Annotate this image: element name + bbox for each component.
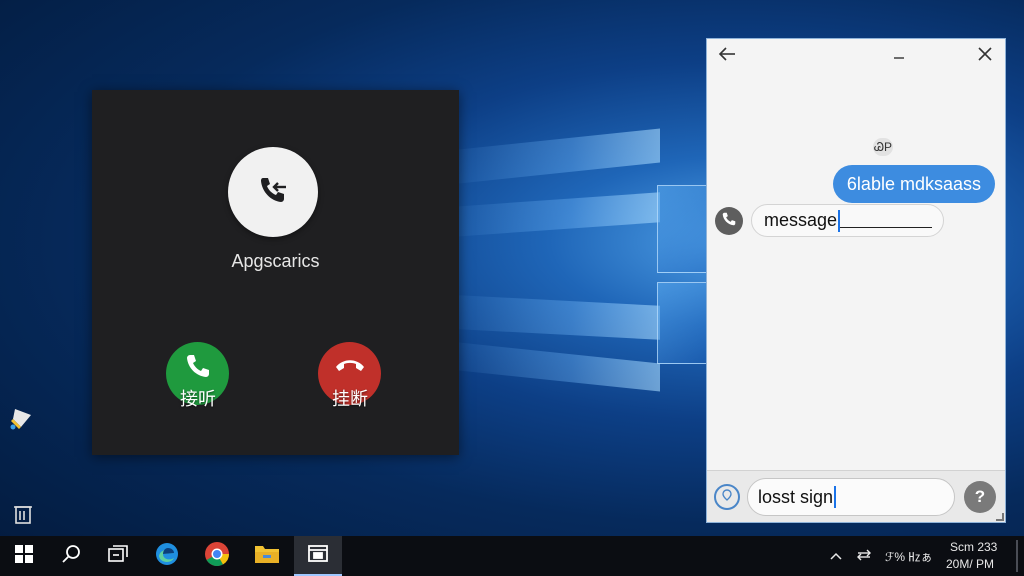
search-button[interactable] — [47, 536, 95, 576]
chrome-icon — [204, 541, 230, 572]
sent-message-bubble: 6lable mdksaass — [832, 165, 995, 203]
close-button[interactable] — [971, 43, 999, 69]
edge-icon — [154, 541, 180, 572]
windows-start-icon — [15, 544, 33, 568]
location-icon — [722, 488, 732, 506]
file-explorer-taskbar-button[interactable] — [243, 536, 291, 576]
text-caret — [838, 209, 841, 232]
back-button[interactable] — [713, 43, 741, 69]
minimize-icon — [893, 47, 905, 65]
close-icon — [978, 46, 992, 66]
show-hidden-icons-button[interactable] — [828, 548, 844, 564]
caller-name: Apgscarics — [231, 251, 320, 271]
contact-avatar — [715, 207, 743, 235]
edge-taskbar-button[interactable] — [143, 536, 191, 576]
search-icon — [61, 544, 81, 569]
recycle-bin-icon[interactable] — [8, 499, 36, 527]
text-caret — [834, 486, 837, 508]
attach-button[interactable] — [714, 484, 740, 510]
resize-grip[interactable] — [996, 513, 1004, 521]
hang-up-icon — [334, 355, 366, 380]
app-icon — [307, 543, 329, 568]
incoming-call-window: Apgscarics 接听 挂断 — [92, 90, 459, 455]
question-mark-icon: ? — [974, 487, 986, 506]
decline-call-label: 挂断 — [332, 389, 368, 409]
task-view-icon — [107, 544, 129, 569]
chat-window: ᏊP 6lable mdksaass message losst sign ? — [706, 38, 1006, 523]
tray-status-text: ℱ% ㎐ぁ — [885, 550, 933, 564]
active-app-taskbar-button[interactable] — [294, 536, 342, 576]
incoming-call-icon — [256, 173, 290, 212]
show-desktop-button[interactable] — [1016, 540, 1018, 572]
arrow-left-icon — [718, 46, 736, 66]
clock-time[interactable]: Scm 233 — [950, 540, 997, 554]
paint-bucket-icon[interactable] — [8, 404, 36, 432]
file-explorer-icon — [254, 543, 280, 570]
chevron-up-icon — [830, 547, 842, 565]
chrome-taskbar-button[interactable] — [193, 536, 241, 576]
message-input[interactable]: losst sign — [747, 478, 955, 516]
help-button[interactable]: ? — [964, 481, 996, 513]
chat-titlebar — [707, 39, 1005, 73]
minimize-button[interactable] — [885, 43, 913, 69]
network-icon — [856, 549, 878, 568]
timestamp-badge: ᏊP — [873, 138, 893, 156]
clock-date[interactable]: 20M/ PM — [946, 557, 994, 571]
start-button[interactable] — [0, 536, 48, 576]
caller-avatar — [228, 147, 318, 237]
phone-icon — [721, 211, 737, 232]
received-message-bubble: message — [751, 204, 944, 237]
task-view-button[interactable] — [94, 536, 142, 576]
network-button[interactable] — [856, 548, 878, 564]
phone-icon — [184, 352, 212, 385]
chat-input-bar: losst sign ? — [707, 470, 1005, 522]
taskbar: ℱ% ㎐ぁ Scm 233 20M/ PM — [0, 536, 1024, 576]
accept-call-label: 接听 — [180, 389, 216, 409]
